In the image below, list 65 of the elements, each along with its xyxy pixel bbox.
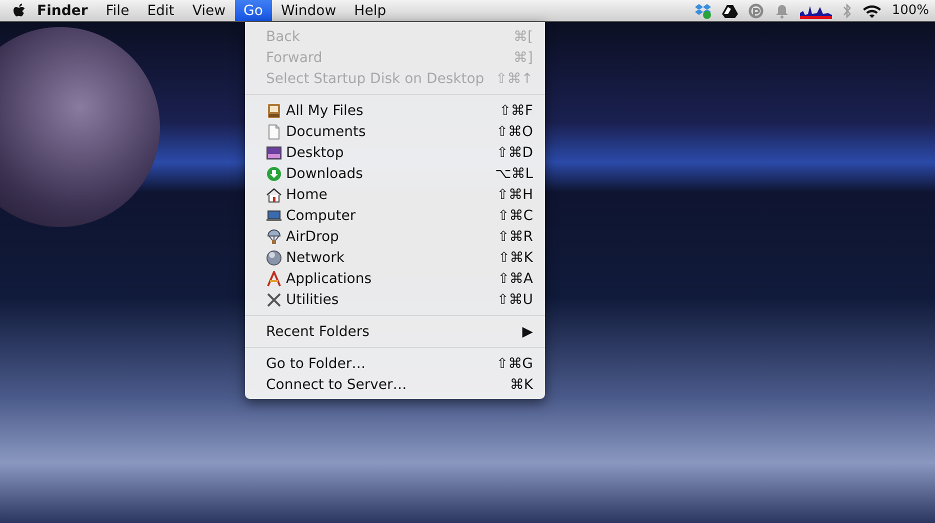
menu-title[interactable]: File	[96, 0, 138, 21]
menu-item[interactable]: Downloads ⌥⌘L	[245, 163, 545, 184]
document-icon	[266, 124, 282, 140]
keyboard-shortcut: ⌘]	[514, 50, 533, 66]
keyboard-shortcut: ⇧⌘A	[498, 270, 533, 286]
menu-item-label: Applications	[286, 270, 373, 286]
app-menu[interactable]: Finder	[28, 0, 97, 21]
menu-item[interactable]: Computer ⇧⌘C	[245, 205, 545, 226]
keyboard-shortcut: ⇧⌘↑	[496, 70, 533, 86]
menu-item-label: All My Files	[286, 102, 364, 118]
menu-item-label: Connect to Server…	[266, 376, 408, 392]
keyboard-shortcut: ⇧⌘U	[497, 292, 533, 308]
file-cabinet-icon	[266, 102, 282, 118]
menu-item-label: Documents	[286, 124, 367, 140]
menu-item[interactable]: Desktop ⇧⌘D	[245, 142, 545, 163]
menu-item-label: Utilities	[286, 292, 340, 308]
menu-item-label: Computer	[286, 208, 357, 224]
menu-title[interactable]: Edit	[138, 0, 184, 21]
menu-item[interactable]: Go to Folder… ⇧⌘G	[245, 353, 545, 374]
menu-title[interactable]: Window	[272, 0, 346, 21]
desktop-icon	[266, 144, 282, 160]
keyboard-shortcut: ⇧⌘H	[496, 186, 533, 202]
menu-item[interactable]: Home ⇧⌘H	[245, 184, 545, 205]
parachute-icon	[266, 228, 282, 244]
menu-item-label: Forward	[266, 50, 324, 66]
keyboard-shortcut: ⌥⌘L	[495, 166, 533, 182]
menu-item-label: Select Startup Disk on Desktop	[266, 70, 486, 86]
menu-item-label: Network	[286, 250, 346, 266]
keyboard-shortcut: ⇧⌘F	[499, 102, 533, 118]
menu-item[interactable]: AirDrop ⇧⌘R	[245, 226, 545, 247]
keyboard-shortcut: ⇧⌘R	[498, 228, 533, 244]
keyboard-shortcut: ⌘K	[510, 376, 533, 392]
box-check-icon[interactable]	[694, 2, 712, 18]
pencil-a-icon	[266, 270, 282, 286]
menu-item[interactable]: All My Files ⇧⌘F	[245, 100, 545, 121]
circle-p-icon[interactable]	[748, 2, 764, 18]
menu-item-label: AirDrop	[286, 228, 340, 244]
keyboard-shortcut: ⇧⌘G	[496, 356, 533, 372]
menu-item-label: Downloads	[286, 166, 364, 182]
wifi-icon[interactable]	[862, 2, 882, 18]
menu-item-label: Home	[286, 186, 328, 202]
keyboard-shortcut: ⇧⌘C	[497, 208, 533, 224]
menu-item-label: Back	[266, 28, 301, 44]
keyboard-shortcut: ▶	[522, 324, 533, 340]
house-icon	[266, 186, 282, 202]
menu-item[interactable]: Network ⇧⌘K	[245, 247, 545, 268]
laptop-icon	[266, 208, 282, 224]
menu-item[interactable]: Utilities ⇧⌘U	[245, 289, 545, 310]
menu-item[interactable]: Applications ⇧⌘A	[245, 268, 545, 289]
menu-item[interactable]: Connect to Server… ⌘K	[245, 374, 545, 395]
triangle-drive-icon[interactable]	[722, 2, 738, 18]
menu-item[interactable]: Documents ⇧⌘O	[245, 121, 545, 142]
menu-item-label: Go to Folder…	[266, 356, 367, 372]
keyboard-shortcut: ⇧⌘K	[498, 250, 533, 266]
menu-title[interactable]: Help	[345, 0, 396, 21]
menu-item[interactable]: Recent Folders ▶	[245, 321, 545, 342]
globe-icon	[266, 250, 282, 266]
menu-title[interactable]: View	[183, 0, 235, 21]
menu-item-label: Desktop	[286, 144, 345, 160]
battery-percentage: 100%	[892, 3, 929, 18]
menu-item-label: Recent Folders	[266, 324, 370, 340]
keyboard-shortcut: ⇧⌘D	[496, 144, 533, 160]
keyboard-shortcut: ⇧⌘O	[496, 124, 533, 140]
menu-title[interactable]: Go	[234, 0, 272, 21]
keyboard-shortcut: ⌘[	[514, 28, 533, 44]
